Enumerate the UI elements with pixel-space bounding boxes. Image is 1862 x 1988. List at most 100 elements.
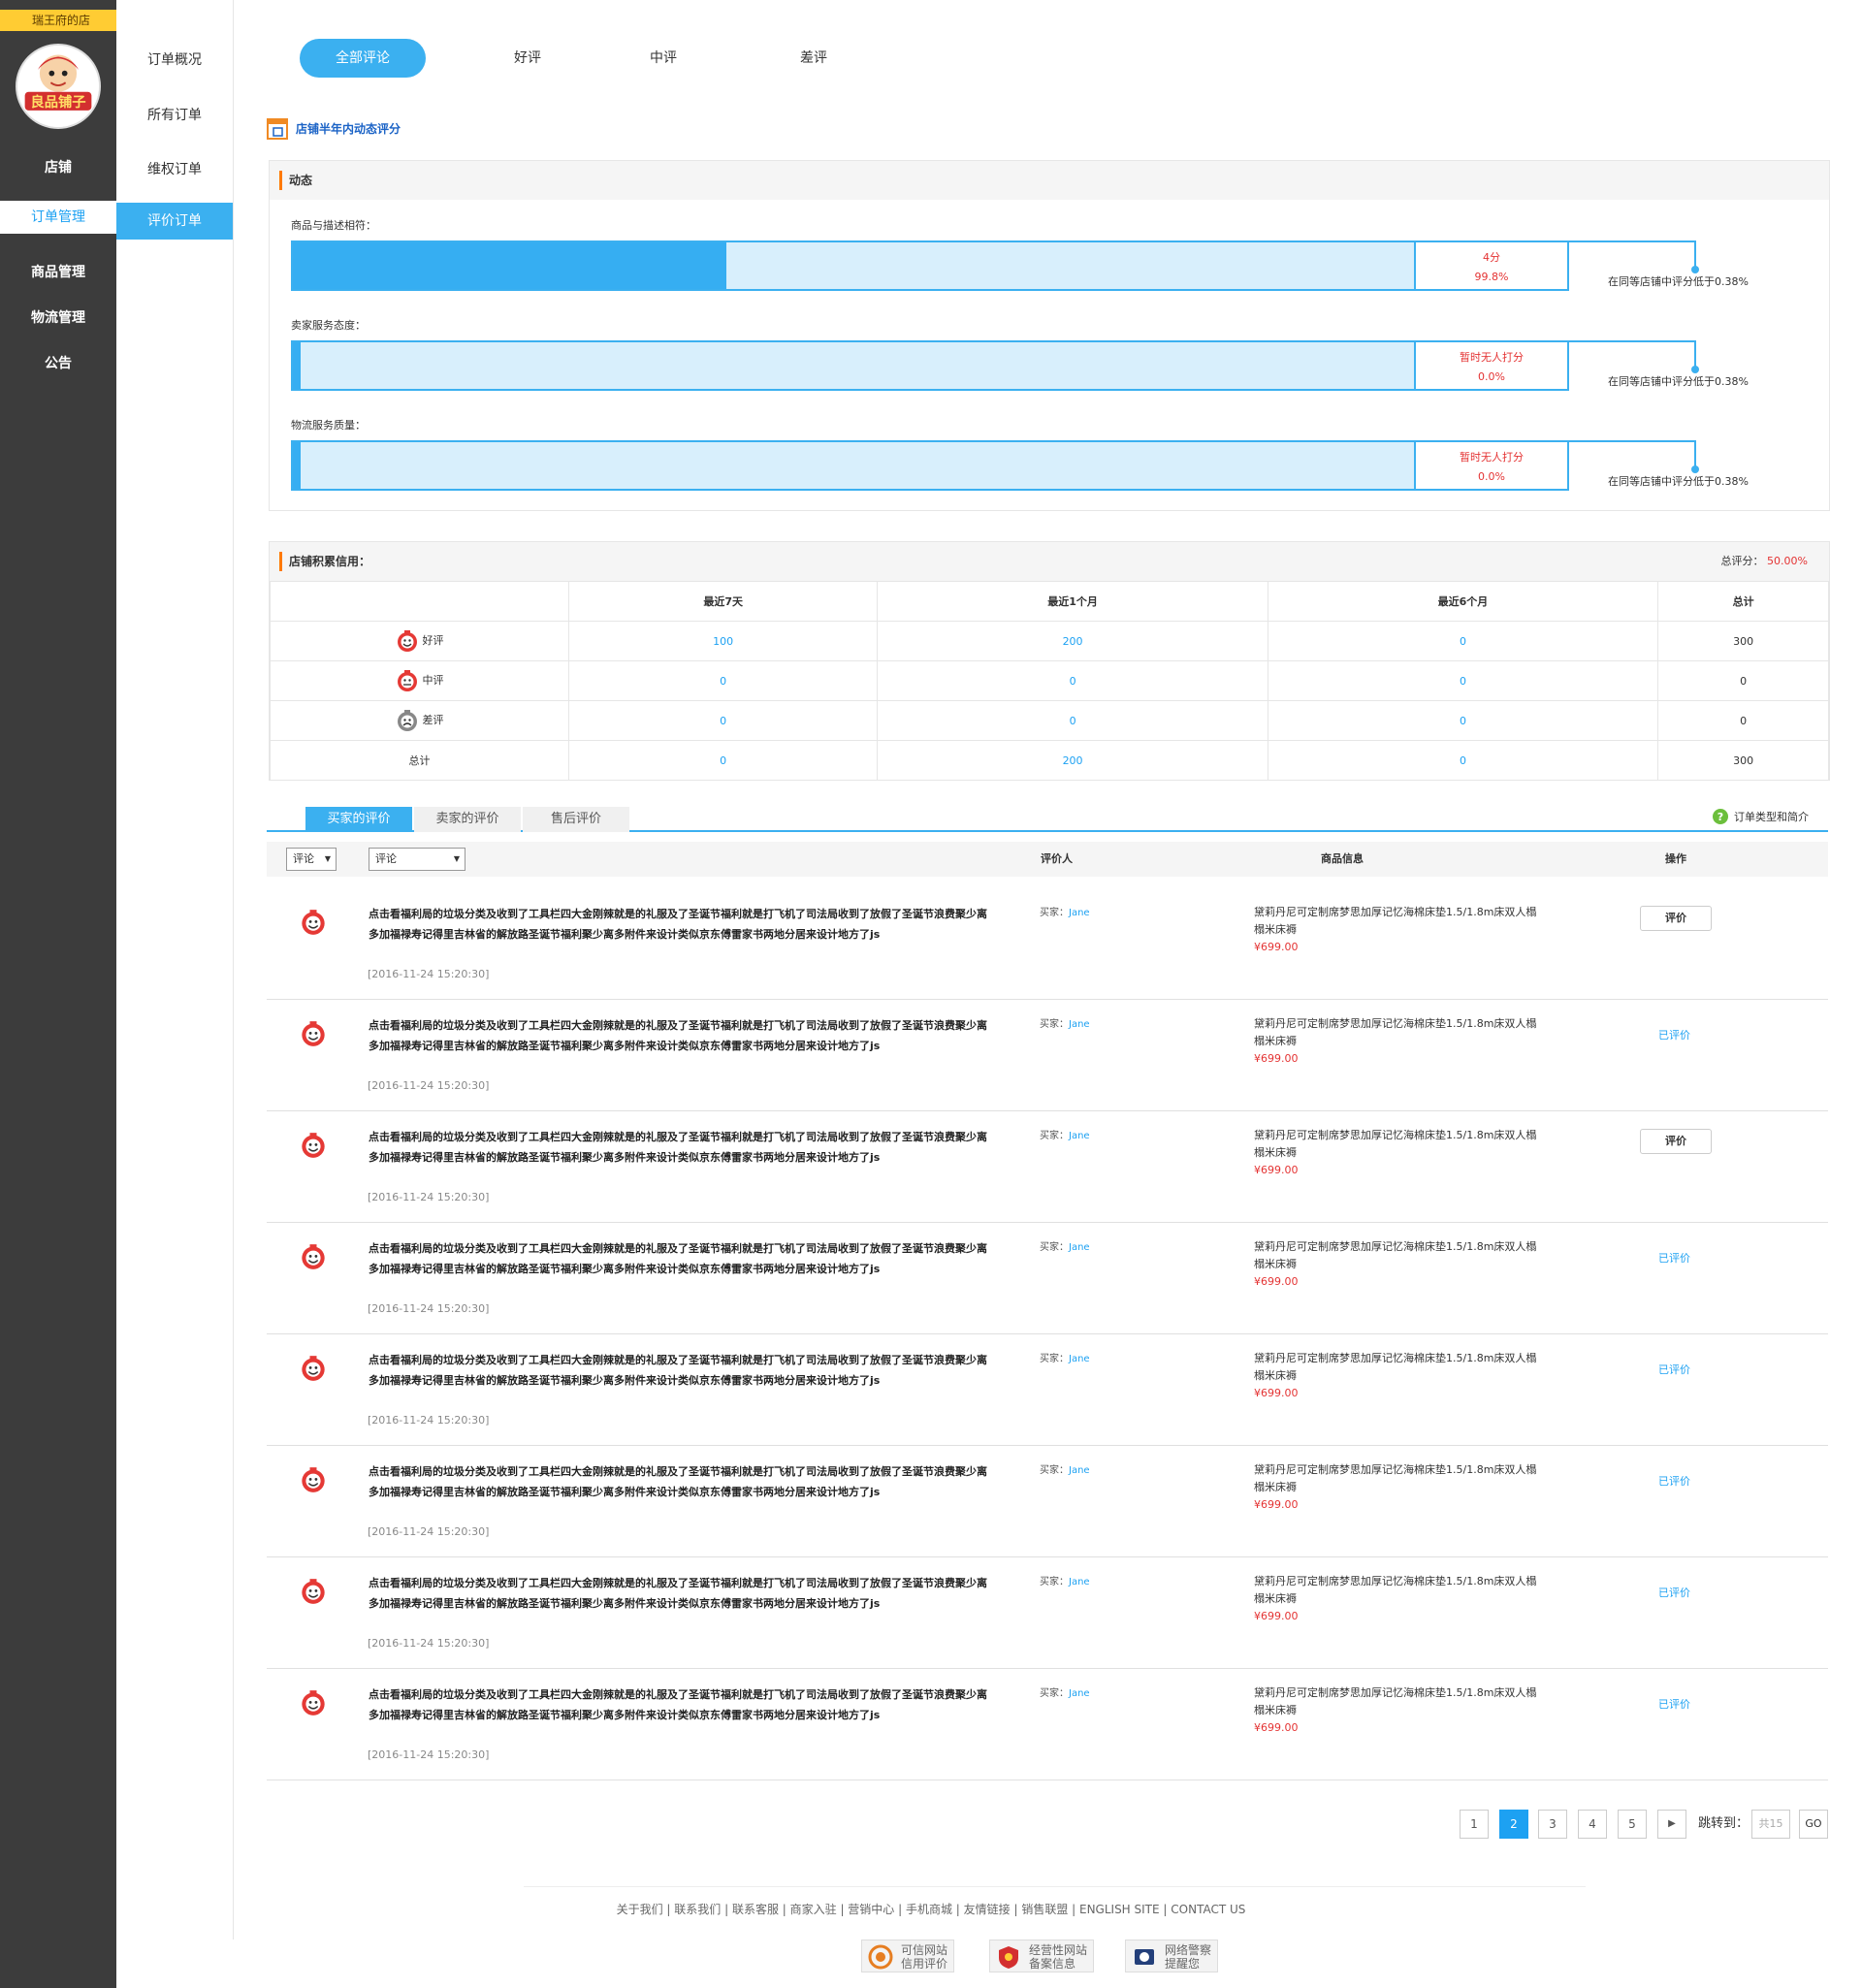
nav-order-management[interactable]: 订单管理 [0,201,116,234]
buyer-name-link[interactable]: Jane [1069,1577,1090,1587]
rating-connector [1569,340,1695,342]
review-text: 点击看福利局的垃圾分类及收到了工具栏四大金刚辣就是的礼服及了圣诞节福利就是打飞机… [369,1131,987,1164]
review-type-select[interactable]: 评论 ▼ [286,848,337,871]
page-button[interactable]: 2 [1499,1810,1528,1839]
review-content-select[interactable]: 评论 ▼ [369,848,466,871]
review-row: 点击看福利局的垃圾分类及收到了工具栏四大金刚辣就是的礼服及了圣诞节福利就是打飞机… [267,1669,1828,1780]
evaluate-button[interactable]: 评价 [1640,1129,1712,1154]
credit-value-cell[interactable]: 0 [567,700,879,741]
buyer-name-link[interactable]: Jane [1069,1688,1090,1699]
buyer-name-link[interactable]: Jane [1069,1465,1090,1476]
order-type-help[interactable]: ? 订单类型和简介 [1713,809,1809,824]
credit-value-cell: 0 [1657,660,1829,701]
jump-page-input[interactable]: 共15 [1751,1810,1790,1839]
product-name[interactable]: 黛莉丹尼可定制席梦思加厚记忆海棉床垫1.5/1.8m床双人榻榻米床褥 [1254,1127,1545,1162]
tab-good-reviews[interactable]: 好评 [503,39,552,78]
column-reviewer: 评价人 [1041,852,1073,865]
go-button[interactable]: GO [1799,1810,1828,1839]
evaluated-link[interactable]: 已评价 [1658,1250,1690,1266]
product-name[interactable]: 黛莉丹尼可定制席梦思加厚记忆海棉床垫1.5/1.8m床双人榻榻米床褥 [1254,1350,1545,1385]
buyer-name-link[interactable]: Jane [1069,1242,1090,1253]
rating-marker-dot [1691,465,1699,473]
credit-value-cell: 300 [1657,621,1829,661]
rating-bar-fill [293,442,301,489]
bad-face-icon [396,709,419,732]
review-row: 点击看福利局的垃圾分类及收到了工具栏四大金刚辣就是的礼服及了圣诞节福利就是打飞机… [267,1111,1828,1223]
tab-neutral-reviews[interactable]: 中评 [639,39,688,78]
product-name[interactable]: 黛莉丹尼可定制席梦思加厚记忆海棉床垫1.5/1.8m床双人榻榻米床褥 [1254,1573,1545,1608]
page-button[interactable]: 5 [1618,1810,1647,1839]
next-page-icon[interactable]: ▶ [1657,1810,1686,1839]
nav-order-overview[interactable]: 订单概况 [116,43,233,78]
credit-value-cell[interactable]: 0 [1267,660,1659,701]
buyer-name-link[interactable]: Jane [1069,908,1090,918]
tab-after-sale-reviews[interactable]: 售后评价 [523,807,629,832]
dynamic-panel-title: 动态 [289,174,313,187]
product-name[interactable]: 黛莉丹尼可定制席梦思加厚记忆海棉床垫1.5/1.8m床双人榻榻米床褥 [1254,1015,1545,1050]
footer-links[interactable]: 关于我们 | 联系我们 | 联系客服 | 商家入驻 | 营销中心 | 手机商城 … [0,1901,1862,1917]
rating-bar-fill [293,342,301,389]
evaluated-link[interactable]: 已评价 [1658,1362,1690,1377]
review-text: 点击看福利局的垃圾分类及收到了工具栏四大金刚辣就是的礼服及了圣诞节福利就是打飞机… [369,1465,987,1498]
page-button[interactable]: 4 [1578,1810,1607,1839]
credit-header-cell: 最近1个月 [877,581,1268,622]
rating-score-box: 4分 99.8% [1416,240,1569,291]
nav-product-management[interactable]: 商品管理 [0,262,116,281]
evaluated-link[interactable]: 已评价 [1658,1585,1690,1600]
product-info: 黛莉丹尼可定制席梦思加厚记忆海棉床垫1.5/1.8m床双人榻榻米床褥 ¥699.0… [1254,1127,1545,1179]
buyer-avatar-icon [300,1688,327,1719]
credit-value-cell[interactable]: 0 [1267,621,1659,661]
rating-score-box: 暂时无人打分 0.0% [1416,440,1569,491]
tab-all-reviews[interactable]: 全部评论 [300,39,426,78]
review-date: [2016-11-24 15:20:30] [368,968,490,980]
main-sidebar: 瑞王府的店 良品铺子 店铺 订单管理 商品管理 物流管理 公告 [0,0,122,1988]
nav-shop[interactable]: 店铺 [0,157,116,176]
nav-announcement[interactable]: 公告 [0,353,116,372]
evaluated-link[interactable]: 已评价 [1658,1027,1690,1042]
nav-logistics-management[interactable]: 物流管理 [0,307,116,327]
buyer-name-link[interactable]: Jane [1069,1354,1090,1364]
tab-buyer-reviews[interactable]: 买家的评价 [305,807,412,832]
evaluate-button[interactable]: 评价 [1640,906,1712,931]
buyer-name-link[interactable]: Jane [1069,1019,1090,1030]
review-date: [2016-11-24 15:20:30] [368,1525,490,1538]
rating-row: 卖家服务态度： 暂时无人打分 0.0% 在同等店铺中评分低于0.38% [291,317,1814,395]
credit-value-cell[interactable]: 0 [567,660,879,701]
credit-value-cell[interactable]: 100 [567,621,879,661]
cyber-police-badge[interactable]: 网络警察 提醒您 [1125,1940,1219,1972]
buyer-avatar-icon [300,1465,327,1496]
credit-value-cell[interactable]: 0 [877,660,1268,701]
question-icon: ? [1713,809,1728,824]
nav-rights-orders[interactable]: 维权订单 [116,152,233,187]
tab-seller-reviews[interactable]: 卖家的评价 [414,807,521,832]
product-name[interactable]: 黛莉丹尼可定制席梦思加厚记忆海棉床垫1.5/1.8m床双人榻榻米床褥 [1254,1238,1545,1273]
tab-bad-reviews[interactable]: 差评 [789,39,838,78]
badge-icon [1135,1949,1154,1965]
business-record-badge[interactable]: 经营性网站 备案信息 [989,1940,1095,1972]
rating-connector [1694,340,1696,368]
nav-all-orders[interactable]: 所有订单 [116,98,233,133]
good-face-icon [396,629,419,653]
nav-review-orders[interactable]: 评价订单 [116,203,233,240]
credit-value-cell[interactable]: 0 [567,740,879,781]
page-button[interactable]: 1 [1460,1810,1489,1839]
credit-value-cell[interactable]: 0 [1267,740,1659,781]
product-name[interactable]: 黛莉丹尼可定制席梦思加厚记忆海棉床垫1.5/1.8m床双人榻榻米床褥 [1254,904,1545,939]
trusted-site-badge[interactable]: 可信网站 信用评价 [861,1940,955,1972]
credit-value-cell[interactable]: 200 [877,740,1268,781]
rating-score-box: 暂时无人打分 0.0% [1416,340,1569,391]
credit-value-cell[interactable]: 0 [1267,700,1659,741]
credit-value-cell[interactable]: 200 [877,621,1268,661]
buyer-name-link[interactable]: Jane [1069,1131,1090,1141]
review-buyer: 买家：Jane [1040,1573,1090,1587]
page-button[interactable]: 3 [1538,1810,1567,1839]
badge-line: 网络警察 [1165,1943,1212,1957]
evaluated-link[interactable]: 已评价 [1658,1473,1690,1489]
credit-value-cell[interactable]: 0 [877,700,1268,741]
shop-logo: 良品铺子 [16,44,101,129]
product-name[interactable]: 黛莉丹尼可定制席梦思加厚记忆海棉床垫1.5/1.8m床双人榻榻米床褥 [1254,1461,1545,1496]
product-name[interactable]: 黛莉丹尼可定制席梦思加厚记忆海棉床垫1.5/1.8m床双人榻榻米床褥 [1254,1684,1545,1719]
product-price: ¥699.00 [1254,1610,1299,1622]
review-date: [2016-11-24 15:20:30] [368,1637,490,1650]
evaluated-link[interactable]: 已评价 [1658,1696,1690,1712]
